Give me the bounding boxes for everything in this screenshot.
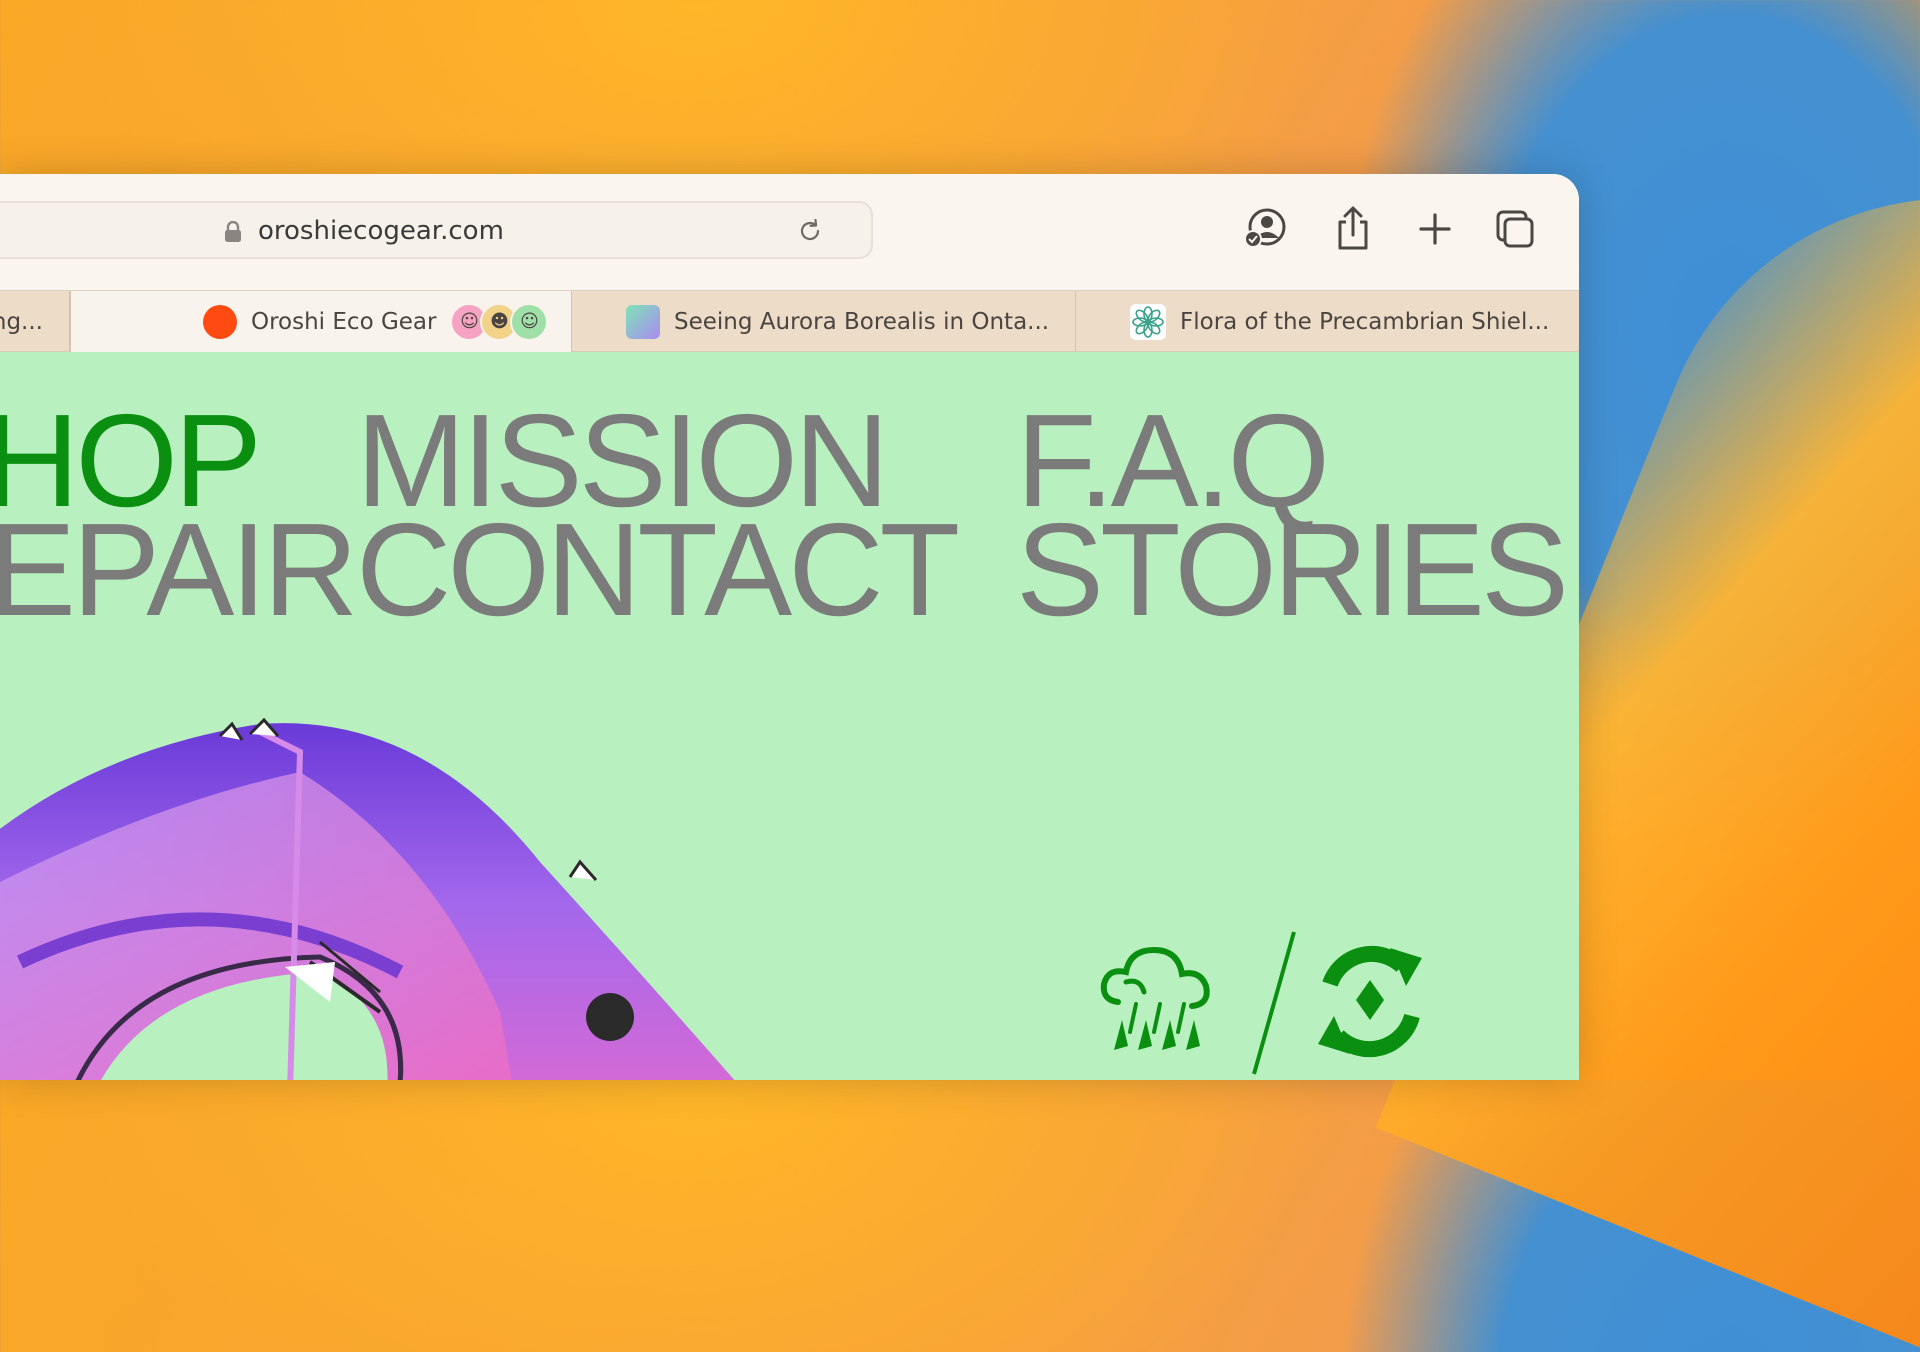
shared-avatars[interactable]: ☺ ☻ ☺ bbox=[450, 302, 549, 341]
tab-label: ng... bbox=[0, 308, 43, 335]
tab-label: Oroshi Eco Gear bbox=[251, 308, 437, 335]
avatar: ☺ bbox=[510, 302, 549, 341]
nav-contact[interactable]: CONTACT bbox=[356, 504, 960, 636]
nav-stories[interactable]: STORIES bbox=[1016, 504, 1569, 636]
lock-icon bbox=[225, 221, 241, 242]
tab-flora[interactable]: Flora of the Precambrian Shiel... bbox=[1076, 291, 1579, 352]
oroshi-favicon-icon bbox=[203, 304, 237, 339]
tab-bar: ng... Oroshi Eco Gear ☺ ☻ ☺ Seeing Auror… bbox=[0, 290, 1579, 352]
tab-oroshi[interactable]: Oroshi Eco Gear ☺ ☻ ☺ bbox=[70, 291, 572, 352]
tab-overview-icon[interactable] bbox=[1490, 204, 1540, 254]
aurora-favicon-icon bbox=[626, 304, 660, 339]
reload-icon[interactable] bbox=[796, 217, 824, 245]
new-tab-icon[interactable] bbox=[1410, 204, 1460, 254]
browser-window: oroshiecogear.com g... Oroshi Eco Gear ☺… bbox=[0, 174, 1579, 1080]
tab-label: Seeing Aurora Borealis in Onta... bbox=[674, 308, 1050, 335]
flower-favicon-icon bbox=[1130, 303, 1166, 340]
slash-divider bbox=[1252, 931, 1296, 1075]
tab-aurora[interactable]: Seeing Aurora Borealis in Onta... bbox=[572, 291, 1076, 352]
tab-partial[interactable]: ng... bbox=[0, 291, 70, 352]
page-content: HOP MISSION F.A.Q EPAIR CONTACT STORIES bbox=[0, 352, 1579, 1080]
shared-profile-icon[interactable] bbox=[1240, 204, 1290, 254]
nav-repair[interactable]: EPAIR bbox=[0, 504, 358, 636]
tab-label: Flora of the Precambrian Shiel... bbox=[1180, 308, 1550, 335]
share-icon[interactable] bbox=[1328, 204, 1378, 254]
browser-toolbar: oroshiecogear.com bbox=[0, 174, 1579, 290]
tent-image bbox=[0, 717, 735, 1080]
url-text: oroshiecogear.com bbox=[258, 216, 504, 246]
address-bar[interactable]: oroshiecogear.com bbox=[0, 201, 873, 259]
rain-icon bbox=[1100, 946, 1210, 1050]
recycle-icon bbox=[1318, 945, 1422, 1058]
